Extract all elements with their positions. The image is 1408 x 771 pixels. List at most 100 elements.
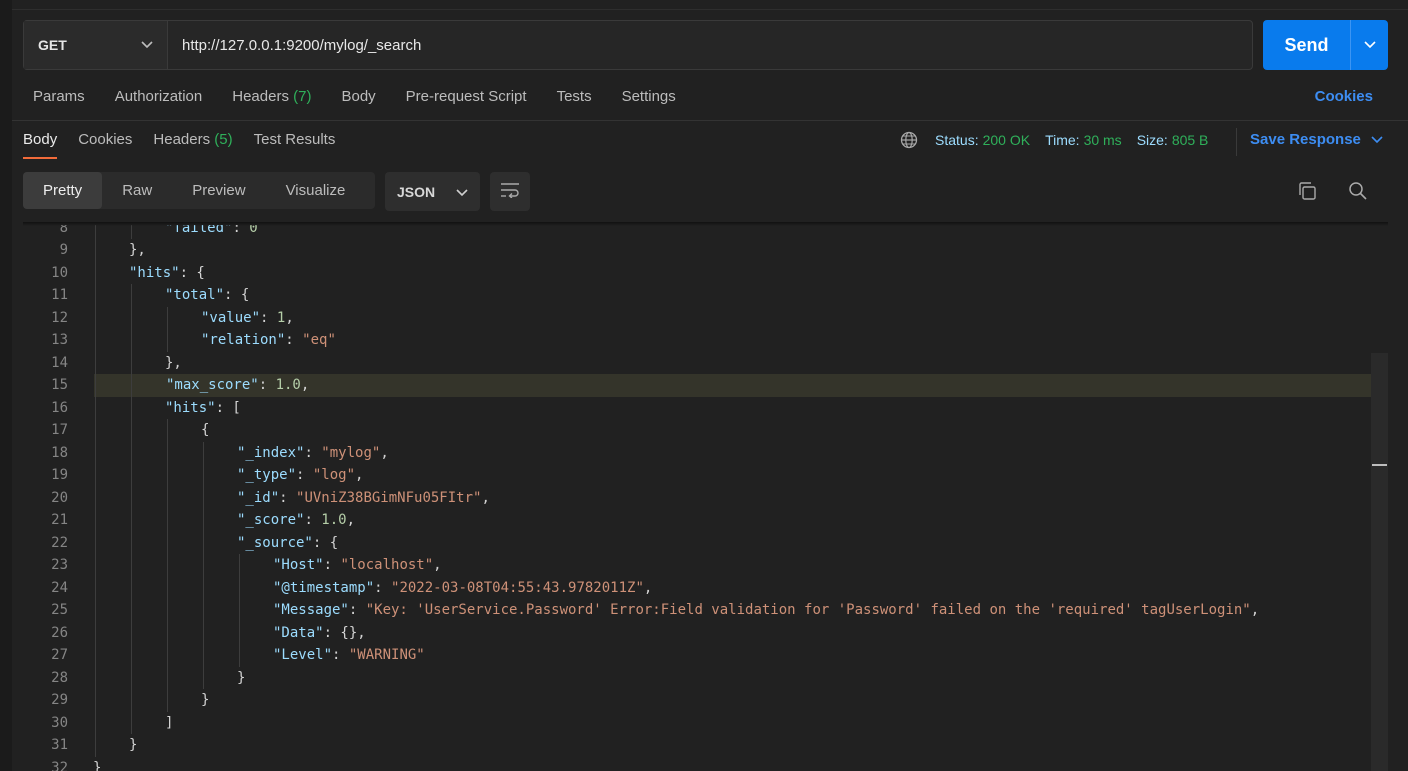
code-token: }	[237, 669, 246, 686]
tab-tests[interactable]: Tests	[557, 88, 592, 105]
code-token: :	[258, 377, 276, 393]
code-text: }	[129, 734, 137, 757]
indent-guide	[131, 225, 132, 239]
code-text: "hits": [	[165, 397, 241, 420]
code-token: "_source"	[237, 534, 313, 551]
response-tab-headers[interactable]: Headers (5)	[153, 131, 232, 159]
indent-guide	[203, 441, 204, 689]
code-token: ,	[300, 377, 310, 393]
code-line: 14},	[23, 352, 1388, 375]
globe-icon[interactable]	[900, 131, 918, 149]
code-line: 24 "@timestamp": "2022-03-08T04:55:43.978…	[23, 577, 1388, 600]
indent-guide	[167, 419, 168, 712]
tab-authorization[interactable]: Authorization	[115, 88, 203, 105]
code-text: },	[165, 352, 182, 375]
code-token: "mylog"	[321, 444, 381, 461]
send-button[interactable]: Send	[1263, 20, 1350, 70]
code-token: : {},	[323, 624, 366, 641]
response-tab-cookies[interactable]: Cookies	[78, 131, 132, 159]
send-options-button[interactable]	[1350, 20, 1388, 70]
view-tab-pretty[interactable]: Pretty	[23, 172, 103, 209]
code-token: "hits"	[165, 399, 216, 416]
copy-icon[interactable]	[1297, 181, 1317, 205]
code-line: 11 "total": {	[23, 284, 1388, 307]
code-token: :	[260, 309, 277, 326]
chevron-down-icon	[456, 184, 468, 200]
scrollbar-marker	[1372, 464, 1387, 466]
line-number: 12	[51, 309, 68, 326]
editor-top-shadow	[23, 222, 1388, 226]
response-tab-body[interactable]: Body	[23, 131, 58, 159]
code-line: 17 {	[23, 419, 1388, 442]
code-line: 29}	[23, 689, 1388, 712]
save-response-button[interactable]: Save Response	[1250, 131, 1383, 148]
code-token: "_index"	[237, 444, 305, 461]
indent-guide	[239, 554, 240, 667]
code-line: 22 "_source": {	[23, 532, 1388, 555]
cookies-link[interactable]: Cookies	[1315, 88, 1373, 105]
code-token: ,	[481, 489, 490, 506]
headers-count: (7)	[293, 88, 312, 105]
line-number: 23	[51, 557, 68, 573]
indent-guide	[131, 284, 132, 734]
view-tab-visualize[interactable]: Visualize	[266, 172, 366, 209]
code-line: 16 "hits": [	[23, 397, 1388, 420]
code-token: "hits"	[129, 264, 180, 281]
editor-scrollbar[interactable]	[1371, 353, 1388, 771]
code-token: "failed"	[165, 225, 233, 236]
code-token: 0	[249, 225, 258, 236]
code-text: "Host": "localhost",	[273, 554, 442, 577]
code-line: 12 "value": 1,	[23, 307, 1388, 330]
code-text: "value": 1,	[201, 307, 294, 330]
code-token: : {	[224, 287, 250, 303]
view-mode-tabs: Pretty Raw Preview Visualize	[23, 172, 375, 209]
code-text: }	[201, 689, 209, 712]
code-text: "@timestamp": "2022-03-08T04:55:43.97820…	[273, 577, 652, 600]
response-tab-test-results[interactable]: Test Results	[254, 131, 336, 159]
code-token: "UVniZ38BGimNFu05FItr"	[296, 489, 482, 506]
section-divider	[12, 120, 1408, 121]
code-line: 8 "failed": 0	[23, 225, 1388, 239]
search-icon[interactable]	[1348, 181, 1368, 205]
tab-headers[interactable]: Headers (7)	[232, 88, 311, 105]
view-tab-preview[interactable]: Preview	[172, 172, 265, 209]
indent-guide	[95, 225, 96, 757]
line-number: 19	[51, 467, 68, 483]
code-token: ,	[355, 467, 364, 483]
line-number: 26	[51, 624, 68, 641]
code-text: }	[237, 667, 245, 690]
code-text: "total": {	[165, 284, 249, 307]
code-line: 19 "_type": "log",	[23, 464, 1388, 487]
code-line: 25 "Message": "Key: 'UserService.Password…	[23, 599, 1388, 622]
code-line: 10 "hits": {	[23, 262, 1388, 285]
code-token: "Host"	[273, 557, 324, 573]
tab-params[interactable]: Params	[33, 88, 85, 105]
code-token: "WARNING"	[348, 647, 425, 663]
code-token: ,	[346, 512, 356, 528]
line-number: 22	[51, 534, 68, 551]
code-token: : [	[215, 399, 241, 416]
format-label: JSON	[397, 183, 436, 200]
response-body-editor[interactable]: 8 "failed": 0 9}, 10 "hits": {11 "total": {12…	[23, 225, 1388, 771]
indent-guide	[167, 306, 168, 352]
code-line: 27 "Level": "WARNING"	[23, 644, 1388, 667]
line-number: 28	[51, 669, 68, 686]
view-tab-raw[interactable]: Raw	[102, 172, 172, 209]
wrap-lines-button[interactable]	[490, 172, 530, 211]
code-token: "max_score"	[166, 377, 259, 393]
method-select[interactable]: GET	[24, 21, 168, 69]
code-token: "2022-03-08T04:55:43.9782011Z"	[391, 579, 644, 596]
tab-body[interactable]: Body	[341, 88, 375, 105]
code-line: 26 "Data": {},	[23, 622, 1388, 645]
line-number: 15	[51, 377, 68, 393]
code-text: "Level": "WARNING"	[273, 644, 425, 667]
code-token: "Data"	[273, 624, 324, 641]
url-input[interactable]: http://127.0.0.1:9200/mylog/_search	[168, 21, 1252, 69]
tab-settings[interactable]: Settings	[622, 88, 676, 105]
tab-pre-request-script[interactable]: Pre-request Script	[406, 88, 527, 105]
line-number: 17	[51, 422, 68, 438]
line-number: 14	[51, 354, 68, 371]
code-token: "_type"	[237, 467, 297, 483]
format-select[interactable]: JSON	[385, 172, 480, 211]
code-token: "total"	[165, 287, 225, 303]
